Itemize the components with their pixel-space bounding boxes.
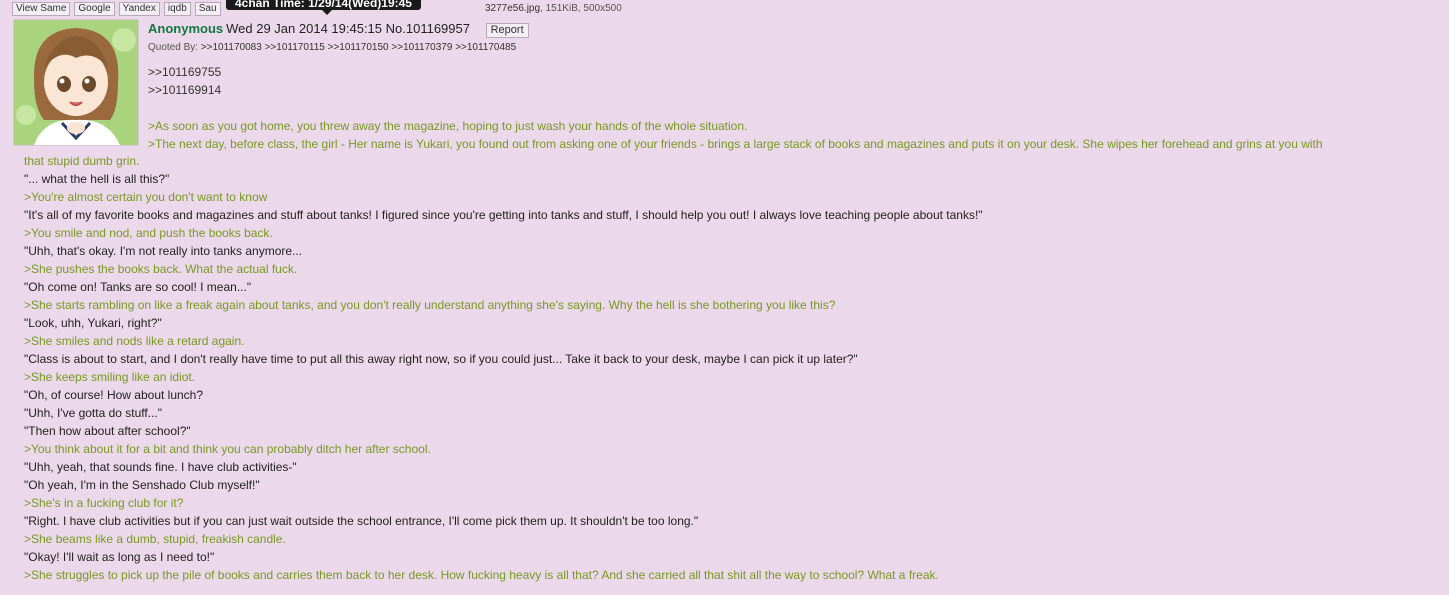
dialogue-line: "... what the hell is all this?": [24, 172, 170, 186]
dialogue-line: "Look, uhh, Yukari, right?": [24, 316, 162, 330]
anime-girl-thumbnail-image: [14, 20, 138, 145]
greentext-line: >She keeps smiling like an idiot.: [24, 370, 196, 384]
saucenao-search-button[interactable]: Sau: [194, 2, 221, 16]
iqdb-search-button[interactable]: iqdb: [163, 2, 191, 16]
file-meta: , 151KiB, 500x500: [540, 3, 622, 14]
dialogue-line: "Uhh, yeah, that sounds fine. I have clu…: [24, 460, 297, 474]
quoted-by-link[interactable]: >>101170115: [265, 42, 325, 53]
google-search-button[interactable]: Google: [74, 2, 115, 16]
dialogue-line: "Uhh, that's okay. I'm not really into t…: [24, 244, 303, 258]
dialogue-line: "Okay! I'll wait as long as I need to!": [24, 550, 215, 564]
dialogue-line: "Uhh, I've gotta do stuff...": [24, 406, 162, 420]
dialogue-line: "Then how about after school?": [24, 424, 191, 438]
greentext-line: >She smiles and nods like a retard again…: [24, 334, 245, 348]
quoted-by-link[interactable]: >>101170485: [455, 42, 516, 53]
greentext-line: that stupid dumb grin.: [24, 154, 140, 168]
greentext-line: >You smile and nod, and push the books b…: [24, 226, 273, 240]
poster-name: Anonymous: [148, 21, 224, 36]
dialogue-line: "Oh, of course! How about lunch?: [24, 388, 204, 402]
dialogue-line: "Oh yeah, I'm in the Senshado Club mysel…: [24, 478, 260, 492]
dialogue-line: "It's all of my favorite books and magaz…: [24, 208, 983, 222]
quoted-by: Quoted By: >>101170083 >>101170115 >>101…: [148, 42, 516, 53]
reply-link[interactable]: >>101169914: [148, 81, 1438, 99]
greentext-line: >You're almost certain you don't want to…: [24, 190, 268, 204]
post-body-continued: that stupid dumb grin. "... what the hell…: [24, 152, 1444, 584]
post-number-link[interactable]: No.101169957: [386, 21, 470, 36]
dialogue-line: "Right. I have club activities but if yo…: [24, 514, 699, 528]
file-name-link[interactable]: 3277e56.jpg: [485, 3, 540, 14]
greentext-line: >She struggles to pick up the pile of bo…: [24, 568, 939, 582]
post-thumbnail[interactable]: [13, 19, 139, 146]
greentext-line: >As soon as you got home, you threw away…: [148, 119, 748, 133]
view-same-button[interactable]: View Same: [12, 2, 71, 16]
file-info: 3277e56.jpg, 151KiB, 500x500: [485, 3, 622, 14]
quoted-by-link[interactable]: >>101170083: [201, 42, 262, 53]
greentext-line: >You think about it for a bit and think …: [24, 442, 431, 456]
image-search-toolbar: View Same Google Yandex iqdb Sau: [12, 2, 225, 16]
quoted-by-link[interactable]: >>101170379: [391, 42, 452, 53]
greentext-line: >She starts rambling on like a freak aga…: [24, 298, 836, 312]
greentext-line: >The next day, before class, the girl - …: [148, 137, 1323, 151]
dialogue-line: "Class is about to start, and I don't re…: [24, 352, 858, 366]
yandex-search-button[interactable]: Yandex: [118, 2, 160, 16]
greentext-line: >She pushes the books back. What the act…: [24, 262, 298, 276]
time-tooltip: 4chan Time: 1/29/14(Wed)19:45: [226, 0, 421, 15]
post-header: Anonymous Wed 29 Jan 2014 19:45:15 No.101…: [148, 21, 529, 38]
post-datetime: Wed 29 Jan 2014 19:45:15: [226, 21, 383, 36]
greentext-line: >She beams like a dumb, stupid, freakish…: [24, 532, 286, 546]
reply-link[interactable]: >>101169755: [148, 63, 1438, 81]
quoted-by-label: Quoted By:: [148, 42, 199, 53]
post-body: >>101169755 >>101169914 >As soon as you …: [148, 63, 1438, 153]
dialogue-line: "Oh come on! Tanks are so cool! I mean..…: [24, 280, 252, 294]
greentext-line: >She's in a fucking club for it?: [24, 496, 184, 510]
report-button[interactable]: Report: [485, 23, 529, 38]
quoted-by-link[interactable]: >>101170150: [328, 42, 389, 53]
